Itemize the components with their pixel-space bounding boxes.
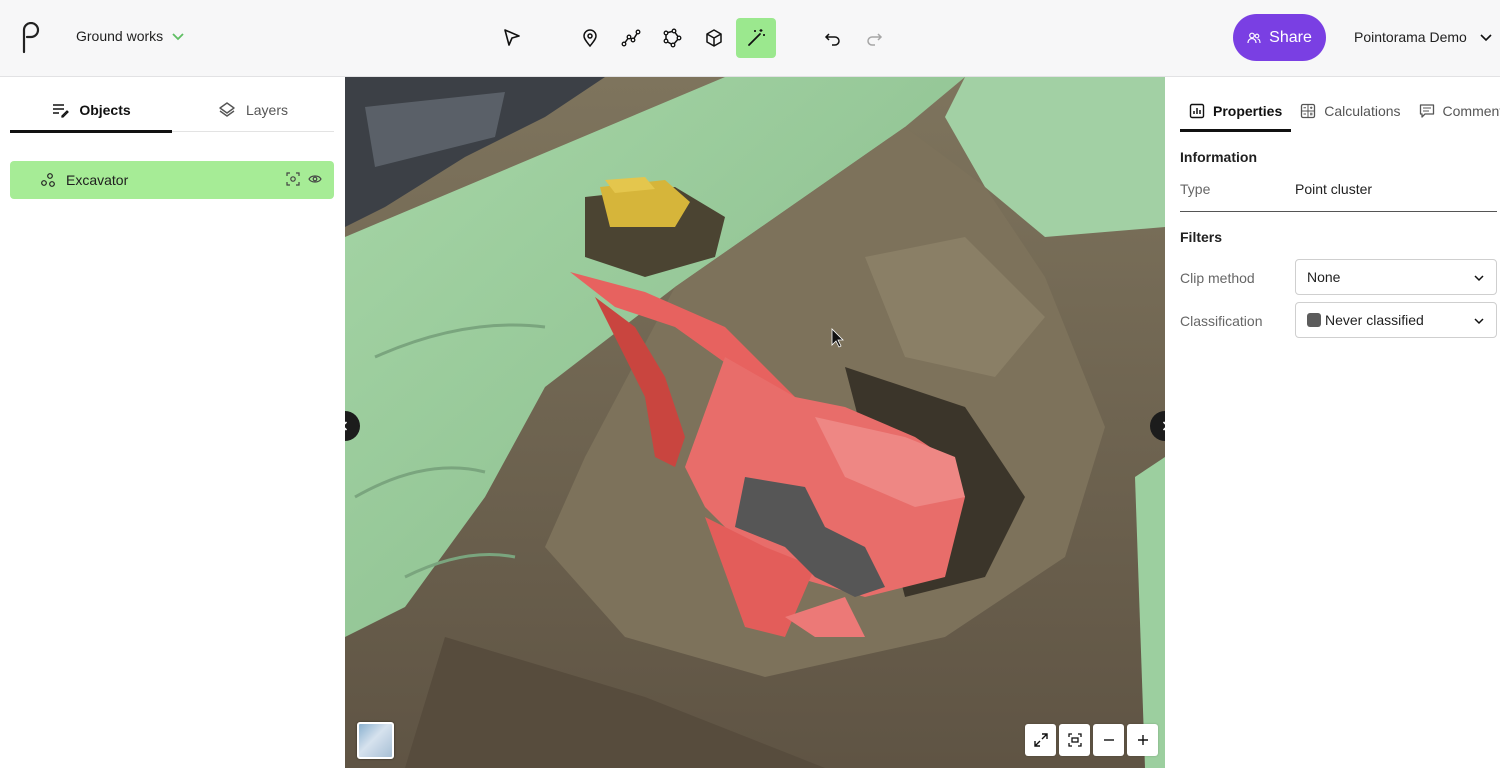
tab-objects-label: Objects [79,102,131,118]
chevron-down-icon [172,33,184,41]
user-menu[interactable]: Pointorama Demo [1354,29,1493,45]
chevron-down-icon [1474,318,1484,325]
magic-wand-tool[interactable] [736,18,776,58]
objects-icon [53,104,70,118]
map-pin-icon [583,29,597,48]
focus-icon [1067,733,1082,747]
chevron-left-icon [345,421,348,431]
fullscreen-button[interactable] [1025,724,1056,756]
tab-properties[interactable]: Properties [1180,89,1292,132]
minus-icon [1103,739,1114,741]
redo-button[interactable] [854,18,894,58]
focus-icon[interactable] [286,172,300,186]
left-tabs: Objects Layers [10,89,334,133]
project-selector[interactable]: Ground works [76,28,185,44]
plus-icon [1137,735,1148,745]
point-cluster-icon [41,173,55,187]
filters-heading: Filters [1180,229,1223,245]
undo-icon [824,33,840,46]
project-name: Ground works [76,28,164,44]
share-label: Share [1269,28,1312,46]
undo-button[interactable] [813,18,853,58]
type-label: Type [1180,181,1211,197]
point-cloud-viewport[interactable] [345,77,1165,768]
tab-calculations[interactable]: Calculations [1291,89,1409,132]
clip-method-label: Clip method [1180,270,1255,286]
box-tool[interactable] [694,18,734,58]
point-cloud-scene [345,77,1165,768]
viewport-controls [1025,724,1158,756]
polygon-icon [663,28,682,48]
tab-properties-label: Properties [1213,102,1283,119]
left-panel: Objects Layers Excavator [0,77,345,768]
tab-comments[interactable]: Comments [1410,89,1500,132]
chevron-down-icon [1474,275,1484,282]
type-value: Point cluster [1295,181,1373,197]
classification-select[interactable]: Never classified [1295,302,1497,338]
users-icon [1247,32,1261,43]
right-tabs: Properties Calculations Comments [1180,89,1500,132]
bar-chart-icon [1189,103,1205,118]
information-heading: Information [1180,149,1257,165]
app-root: Ground works Share Pointorama Demo Objec… [0,0,1500,768]
clip-method-select[interactable]: None [1295,259,1497,295]
clip-method-value: None [1307,269,1341,285]
minimap-thumbnail[interactable] [357,722,394,759]
polyline-icon [621,29,641,47]
tab-comments-label: Comments [1442,102,1500,119]
pointer-icon [504,29,520,46]
pointorama-logo-icon[interactable] [18,22,44,54]
right-panel: Properties Calculations Comments Informa… [1165,77,1500,768]
classification-label: Classification [1180,313,1263,329]
polyline-tool[interactable] [611,18,651,58]
select-tool[interactable] [492,18,532,58]
polygon-tool[interactable] [652,18,692,58]
zoom-in-button[interactable] [1127,724,1158,756]
object-item-excavator[interactable]: Excavator [10,161,334,199]
cube-icon [706,29,722,47]
layers-icon [219,102,235,117]
user-name: Pointorama Demo [1354,29,1467,45]
point-tool[interactable] [570,18,610,58]
tab-calculations-label: Calculations [1324,102,1401,119]
classification-value: Never classified [1325,312,1424,328]
zoom-out-button[interactable] [1093,724,1124,756]
classification-color-swatch [1307,313,1321,327]
object-label: Excavator [66,172,129,188]
tab-layers[interactable]: Layers [172,89,334,131]
redo-icon [867,33,883,46]
top-bar: Ground works Share Pointorama Demo [0,0,1500,77]
magic-wand-icon [748,29,765,46]
calculator-icon [1301,103,1316,118]
comment-icon [1419,103,1434,118]
eye-icon[interactable] [308,172,322,186]
tab-objects[interactable]: Objects [10,89,172,133]
expand-icon [1033,733,1048,747]
chevron-down-icon [1480,34,1492,42]
tab-layers-label: Layers [245,102,289,118]
share-button[interactable]: Share [1233,14,1326,61]
section-divider [1180,211,1497,212]
fit-view-button[interactable] [1059,724,1090,756]
